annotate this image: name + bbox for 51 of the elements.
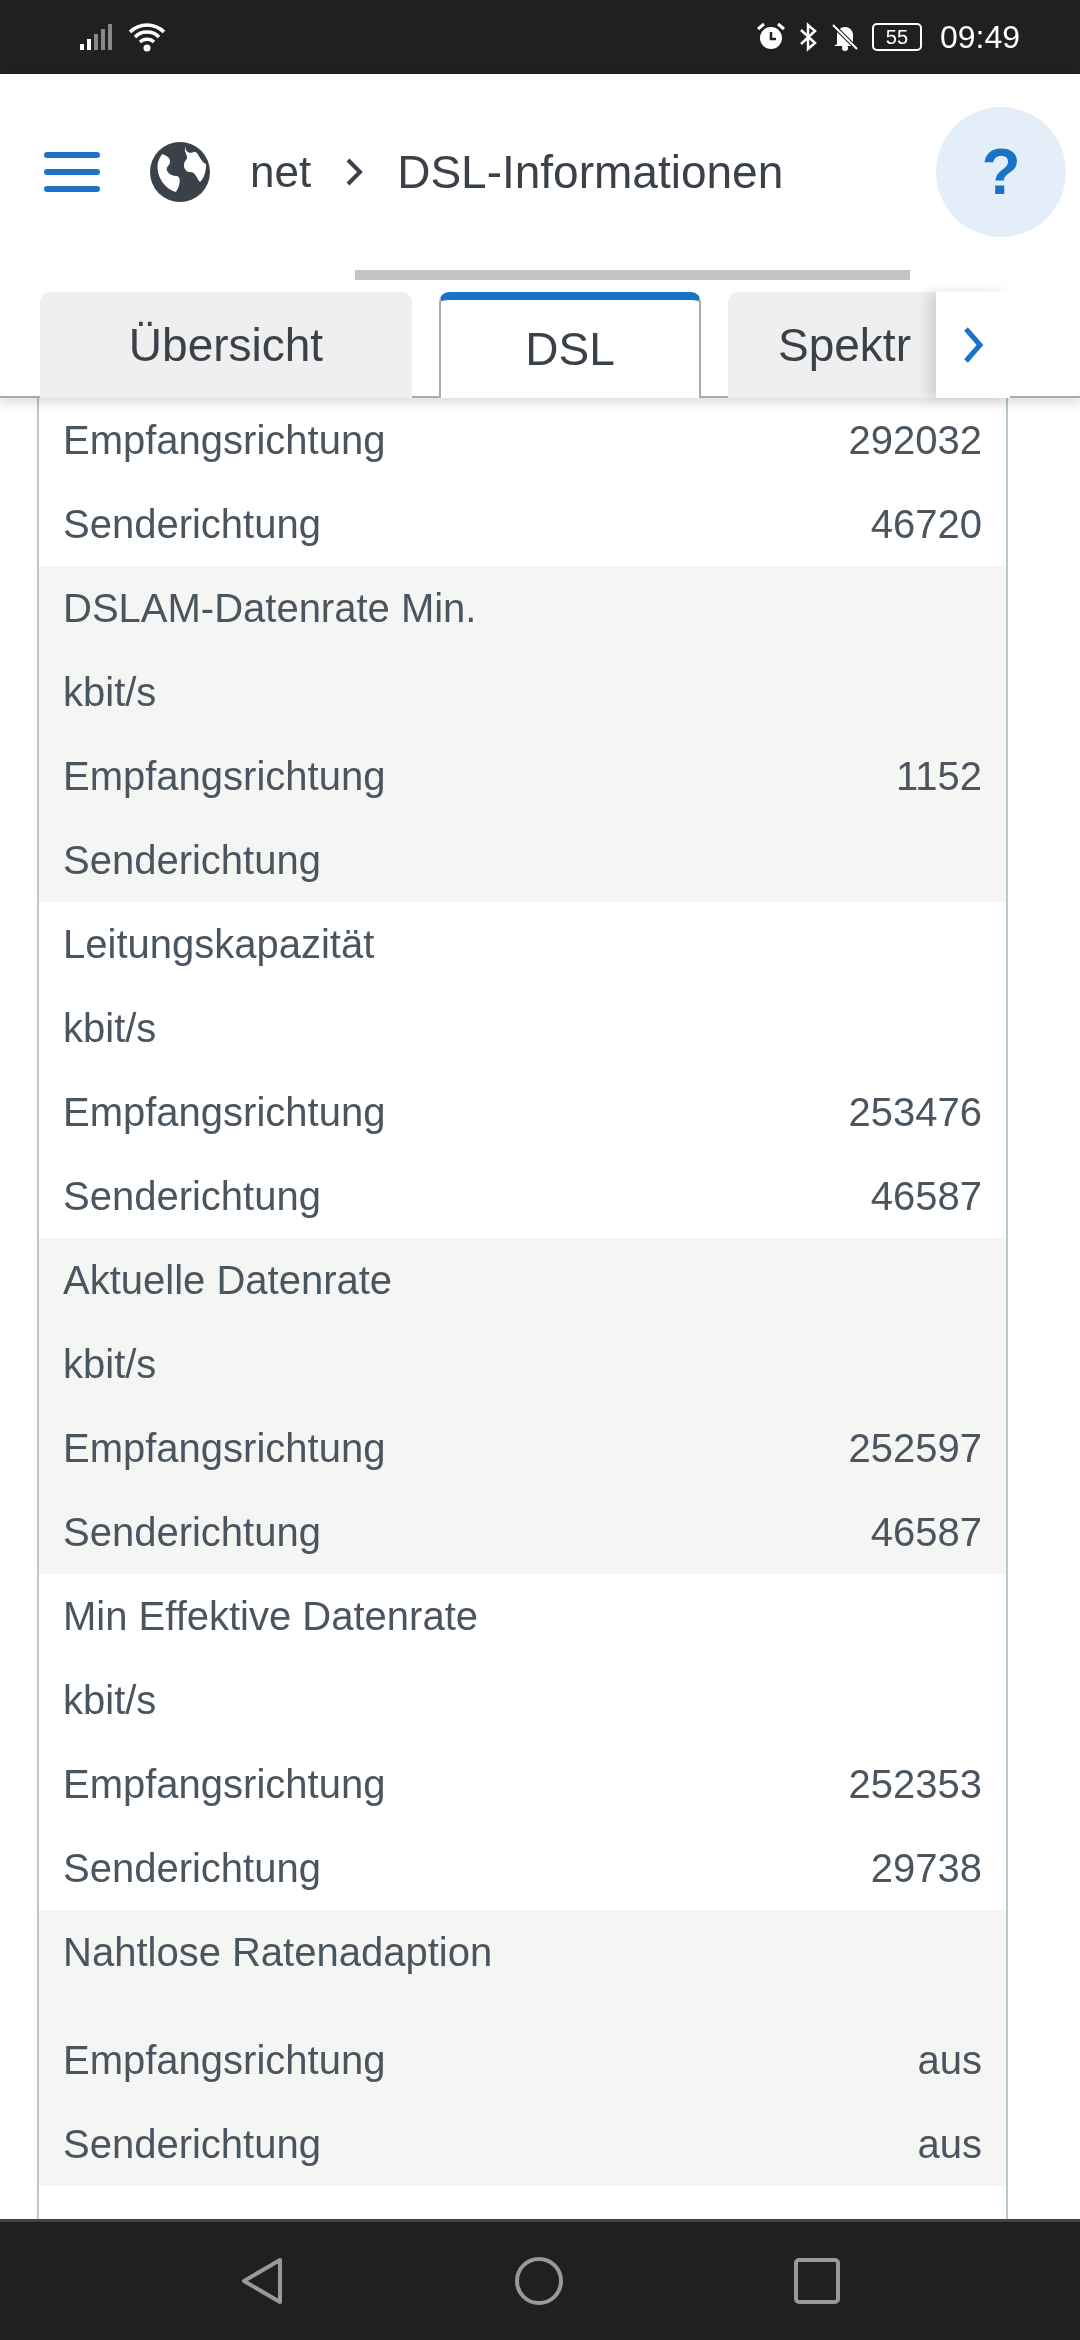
tab[interactable]: DSL xyxy=(439,292,701,398)
row-value: aus xyxy=(917,2037,982,2083)
next-tab-button[interactable] xyxy=(936,292,1010,398)
wifi-icon xyxy=(128,22,166,52)
group-title: Min Effektive Datenrate xyxy=(63,1593,479,1639)
row-label: Senderichtung xyxy=(63,2121,321,2167)
row-value: 46720 xyxy=(870,501,982,547)
row-label: Empfangsrichtung xyxy=(63,1425,386,1471)
row-label: Senderichtung xyxy=(63,501,321,547)
unit-label: kbit/s xyxy=(63,1005,157,1051)
unit-label: kbit/s xyxy=(63,1341,157,1387)
row-label: Senderichtung xyxy=(63,837,321,883)
chevron-right-icon xyxy=(345,157,364,187)
row-label: Empfangsrichtung xyxy=(63,1761,386,1807)
row-value: 46587 xyxy=(870,1173,982,1219)
row-label: Senderichtung xyxy=(63,1173,321,1219)
row-label: Senderichtung xyxy=(63,1845,321,1891)
row-label: Empfangsrichtung xyxy=(63,1089,386,1135)
unit-label: kbit/s xyxy=(63,1677,157,1723)
row-value: 1152 xyxy=(896,753,982,799)
breadcrumb-link[interactable]: net xyxy=(250,147,312,197)
clock-time: 09:49 xyxy=(939,18,1020,56)
row-label: Empfangsrichtung xyxy=(63,2037,386,2083)
row-label: Empfangsrichtung xyxy=(63,417,386,463)
group-title: Aktuelle Datenrate xyxy=(63,1257,393,1303)
row-value: 29738 xyxy=(870,1845,982,1891)
row-value: 46587 xyxy=(870,1509,982,1555)
help-button[interactable]: ? xyxy=(936,107,1066,237)
back-icon[interactable] xyxy=(240,2257,284,2305)
battery-level: 55 xyxy=(885,25,909,49)
chevron-right-icon xyxy=(962,325,984,365)
row-label: Empfangsrichtung xyxy=(63,753,386,799)
globe-icon xyxy=(148,140,212,204)
group-title: Leitungskapazität xyxy=(63,921,375,967)
page-title: DSL-Informationen xyxy=(397,145,784,199)
row-value: 252353 xyxy=(848,1761,982,1807)
group-title: DSLAM-Datenrate Min. xyxy=(63,585,477,631)
tab[interactable]: Übersicht xyxy=(40,292,412,398)
menu-icon[interactable] xyxy=(44,152,100,192)
row-label: Senderichtung xyxy=(63,1509,321,1555)
tab[interactable]: Spektr xyxy=(728,292,936,398)
group-title: Nahtlose Ratenadaption xyxy=(63,1929,493,1975)
alarm-icon xyxy=(755,22,786,52)
row-value: aus xyxy=(917,2121,982,2167)
row-value: 292032 xyxy=(848,417,982,463)
row-value: 253476 xyxy=(848,1089,982,1135)
row-value: 252597 xyxy=(848,1425,982,1471)
recents-icon[interactable] xyxy=(794,2258,840,2304)
unit-label: kbit/s xyxy=(63,669,157,715)
muted-bell-icon xyxy=(829,22,860,52)
home-icon[interactable] xyxy=(514,2256,564,2306)
